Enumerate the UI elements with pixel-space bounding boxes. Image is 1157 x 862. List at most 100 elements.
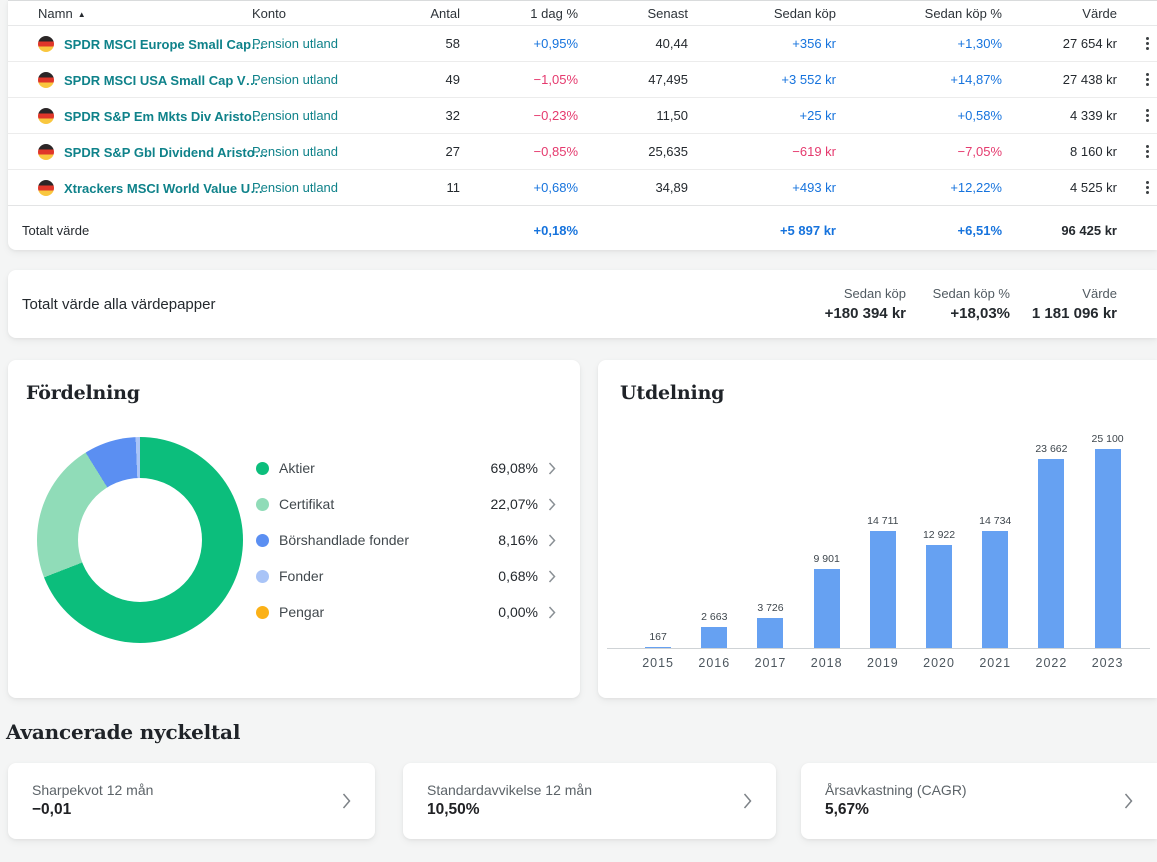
allocation-legend: Aktier 69,08% Certifikat 22,07% Börshand… (256, 450, 556, 630)
bar (814, 569, 840, 648)
column-header-antal[interactable]: Antal (382, 1, 460, 26)
senast-cell: 47,495 (578, 62, 688, 98)
security-link[interactable]: SPDR S&P Gbl Dividend Aristo… (64, 145, 268, 160)
sedan-kop-pct-cell: +1,30% (836, 26, 1002, 62)
column-header-label: Namn (38, 6, 73, 21)
column-header-sedan-kop[interactable]: Sedan köp (688, 1, 836, 26)
total-sedan-kop: +5 897 kr (688, 206, 836, 255)
bar-year-label: 2023 (1080, 656, 1136, 670)
germany-flag-icon (38, 36, 54, 52)
security-link[interactable]: Xtrackers MSCI World Value U… (64, 181, 263, 196)
table-row: Xtrackers MSCI World Value U… Pension ut… (8, 170, 1157, 206)
allocation-card: Fördelning Aktier 69,08% Certifikat 22,0… (8, 360, 580, 698)
bar-column: 9 9012018 (799, 433, 855, 648)
column-header-senast[interactable]: Senast (578, 1, 688, 26)
varde-cell: 27 654 kr (1002, 26, 1117, 62)
summary-col-value: +18,03% (906, 305, 1010, 322)
dividend-title: Utdelning (620, 382, 724, 404)
account-link[interactable]: Pension utland (252, 72, 338, 87)
row-menu-button[interactable] (1140, 69, 1154, 90)
bar-column: 14 7112019 (855, 433, 911, 648)
table-row: SPDR S&P Gbl Dividend Aristo… Pension ut… (8, 134, 1157, 170)
summary-sedan-kop: Sedan köp +180 394 kr (756, 286, 906, 322)
sedan-kop-cell: +3 552 kr (688, 62, 836, 98)
column-header-konto[interactable]: Konto (252, 1, 382, 26)
legend-dot (256, 606, 269, 619)
bar (757, 618, 783, 648)
kpi-label: Sharpekvot 12 mån (32, 782, 375, 798)
table-row: SPDR S&P Em Mkts Div Aristo… Pension utl… (8, 98, 1157, 134)
row-menu-button[interactable] (1140, 33, 1154, 54)
chevron-right-icon (548, 534, 556, 547)
varde-cell: 4 525 kr (1002, 170, 1117, 206)
kpi-card-standardavvikelse[interactable]: Standardavvikelse 12 mån 10,50% (403, 763, 776, 839)
bar-value-label: 2 663 (701, 611, 727, 623)
account-link[interactable]: Pension utland (252, 108, 338, 123)
kpi-label: Standardavvikelse 12 mån (427, 782, 776, 798)
holdings-table-card: Namn▲ Konto Antal 1 dag % Senast Sedan k… (8, 0, 1157, 250)
1dag-cell: +0,68% (460, 170, 578, 206)
bar-column: 12 9222020 (911, 433, 967, 648)
bar-year-label: 2015 (630, 656, 686, 670)
table-total-row: Totalt värde +0,18% +5 897 kr +6,51% 96 … (8, 206, 1157, 255)
summary-col-value: 1 181 096 kr (1010, 305, 1117, 322)
legend-item-pengar[interactable]: Pengar 0,00% (256, 594, 556, 630)
bar (982, 531, 1008, 648)
total-sedan-kop-pct: +6,51% (836, 206, 1002, 255)
legend-item-certifikat[interactable]: Certifikat 22,07% (256, 486, 556, 522)
senast-cell: 11,50 (578, 98, 688, 134)
column-header-1dag[interactable]: 1 dag % (460, 1, 578, 26)
holdings-table: Namn▲ Konto Antal 1 dag % Senast Sedan k… (8, 1, 1157, 254)
bar-year-label: 2019 (855, 656, 911, 670)
bar-column: 14 7342021 (967, 433, 1023, 648)
senast-cell: 25,635 (578, 134, 688, 170)
kpi-value: 5,67% (825, 801, 1157, 819)
varde-cell: 27 438 kr (1002, 62, 1117, 98)
legend-item-aktier[interactable]: Aktier 69,08% (256, 450, 556, 486)
varde-cell: 4 339 kr (1002, 98, 1117, 134)
security-link[interactable]: SPDR MSCI USA Small Cap V… (64, 73, 259, 88)
account-link[interactable]: Pension utland (252, 180, 338, 195)
antal-cell: 27 (382, 134, 460, 170)
column-header-sedan-kop-pct[interactable]: Sedan köp % (836, 1, 1002, 26)
bar (701, 627, 727, 648)
column-header-namn[interactable]: Namn▲ (8, 1, 252, 26)
row-menu-button[interactable] (1140, 141, 1154, 162)
legend-item-fonder[interactable]: Fonder 0,68% (256, 558, 556, 594)
summary-sedan-kop-pct: Sedan köp % +18,03% (906, 286, 1010, 322)
bar-value-label: 12 922 (923, 529, 955, 541)
bar-year-label: 2018 (799, 656, 855, 670)
antal-cell: 49 (382, 62, 460, 98)
germany-flag-icon (38, 180, 54, 196)
bar-value-label: 23 662 (1035, 443, 1067, 455)
allocation-title: Fördelning (26, 382, 140, 404)
germany-flag-icon (38, 72, 54, 88)
account-link[interactable]: Pension utland (252, 36, 338, 51)
legend-label: Fonder (279, 568, 323, 584)
chevron-right-icon (743, 793, 752, 809)
kpi-label: Årsavkastning (CAGR) (825, 782, 1157, 798)
sedan-kop-pct-cell: +12,22% (836, 170, 1002, 206)
legend-value: 22,07% (491, 496, 538, 512)
summary-col-label: Sedan köp % (906, 286, 1010, 301)
bar-value-label: 14 711 (867, 515, 898, 527)
chevron-right-icon (1124, 793, 1133, 809)
bar-year-label: 2017 (742, 656, 798, 670)
kpi-card-arsavkastning[interactable]: Årsavkastning (CAGR) 5,67% (801, 763, 1157, 839)
column-header-varde[interactable]: Värde (1002, 1, 1117, 26)
bar-year-label: 2022 (1023, 656, 1079, 670)
chevron-right-icon (342, 793, 351, 809)
1dag-cell: +0,95% (460, 26, 578, 62)
legend-item-borshandlade-fonder[interactable]: Börshandlade fonder 8,16% (256, 522, 556, 558)
chevron-right-icon (548, 498, 556, 511)
kpi-card-sharpekvot[interactable]: Sharpekvot 12 mån −0,01 (8, 763, 375, 839)
bar (870, 531, 896, 648)
security-link[interactable]: SPDR MSCI Europe Small Cap… (64, 37, 264, 52)
security-link[interactable]: SPDR S&P Em Mkts Div Aristo… (64, 109, 265, 124)
account-link[interactable]: Pension utland (252, 144, 338, 159)
bar-year-label: 2016 (686, 656, 742, 670)
dividend-bar-chart: 16720152 66320163 72620179 901201814 711… (630, 433, 1136, 648)
row-menu-button[interactable] (1140, 177, 1154, 198)
sedan-kop-pct-cell: +0,58% (836, 98, 1002, 134)
row-menu-button[interactable] (1140, 105, 1154, 126)
